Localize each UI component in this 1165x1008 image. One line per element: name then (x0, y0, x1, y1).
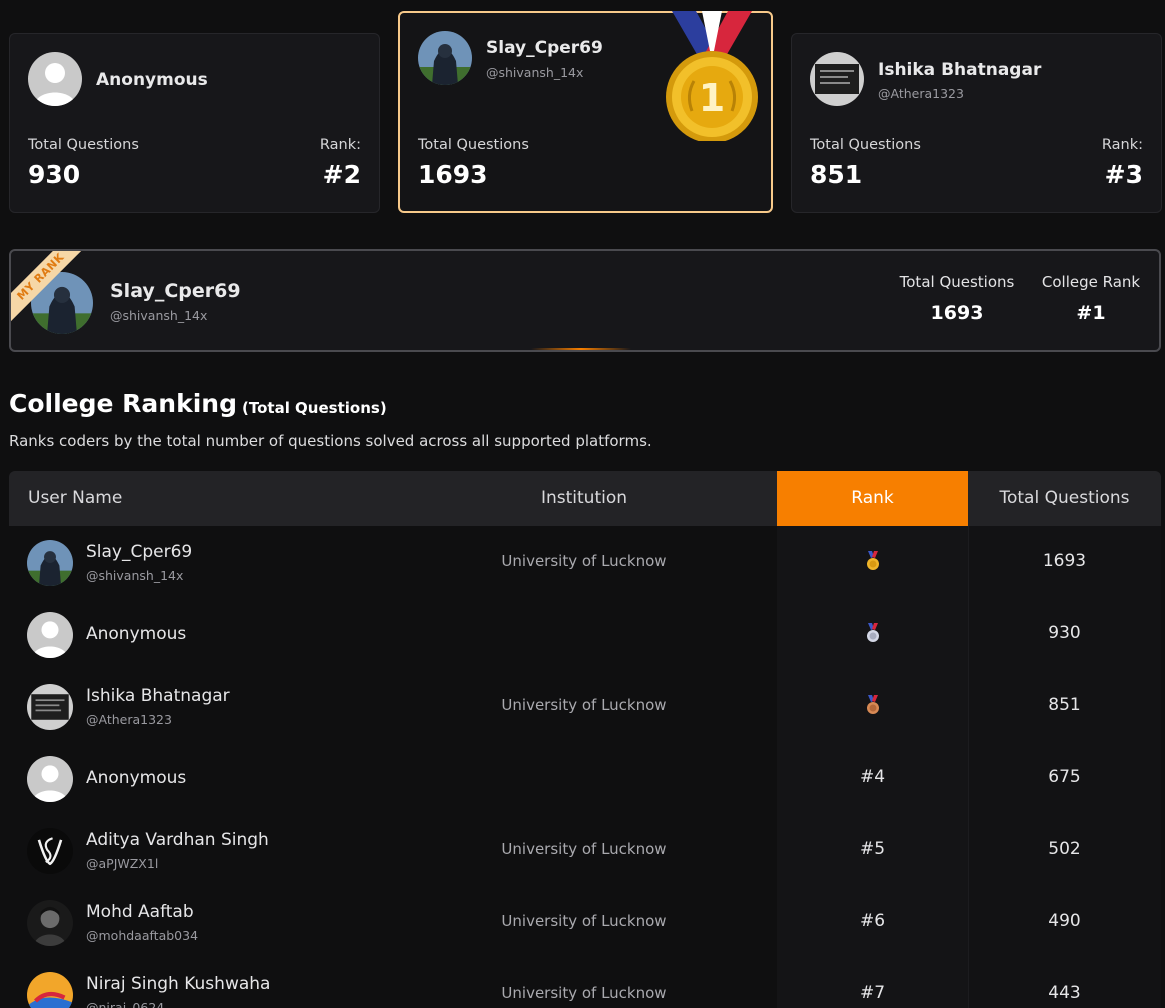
header-institution[interactable]: Institution (409, 471, 759, 526)
header-rank[interactable]: Rank (777, 471, 968, 526)
user-avatar-ishika (810, 52, 864, 106)
row-institution: University of Lucknow (501, 984, 667, 1002)
row-rank: #7 (859, 983, 886, 1003)
my-rank-college-label: College Rank (1041, 273, 1141, 291)
row-total: 675 (1048, 767, 1081, 787)
user-avatar-aditya (27, 828, 73, 874)
podium-second-total: 930 (28, 160, 81, 189)
ranking-table: User Name Institution Rank Total Questio… (9, 471, 1161, 1008)
row-total: 930 (1048, 623, 1081, 643)
row-total: 443 (1048, 983, 1081, 1003)
row-rank: #4 (859, 767, 886, 787)
row-rank: #5 (859, 839, 886, 859)
podium-card-second[interactable]: Anonymous Total Questions 930 Rank: #2 (9, 33, 380, 213)
gold-medal-icon: 1 (662, 11, 762, 143)
row-user-name[interactable]: Niraj Singh Kushwaha (86, 974, 270, 994)
my-rank-college: #1 (1076, 302, 1106, 324)
podium-card-first[interactable]: Slay_Cper69 @shivansh_14x Total Question… (398, 11, 773, 213)
row-institution: University of Lucknow (501, 696, 667, 714)
my-rank-card[interactable]: MY RANK Slay_Cper69 @shivansh_14x Total … (9, 249, 1161, 352)
row-institution: University of Lucknow (501, 840, 667, 858)
svg-text:1: 1 (699, 76, 725, 120)
section-title: College Ranking (9, 389, 237, 418)
row-total: 851 (1048, 695, 1081, 715)
row-institution: University of Lucknow (501, 552, 667, 570)
podium-first-handle: @shivansh_14x (486, 65, 584, 80)
table-row[interactable]: Ishika Bhatnagar @Athera1323 University … (9, 670, 1161, 742)
anonymous-avatar (27, 612, 73, 658)
table-row[interactable]: Anonymous 930 (9, 598, 1161, 670)
anonymous-avatar (28, 52, 82, 106)
row-user-name[interactable]: Aditya Vardhan Singh (86, 830, 269, 850)
row-rank (777, 623, 968, 643)
row-user-name[interactable]: Mohd Aaftab (86, 902, 194, 922)
anonymous-avatar (27, 756, 73, 802)
table-row[interactable]: Niraj Singh Kushwaha @niraj_0624 Univers… (9, 958, 1161, 1008)
table-row[interactable]: Mohd Aaftab @mohdaaftab034 University of… (9, 886, 1161, 958)
row-rank (777, 551, 968, 571)
section-subtitle: (Total Questions) (242, 399, 387, 417)
bronze-medal-icon (865, 695, 881, 715)
podium-second-rank: #2 (322, 160, 361, 189)
podium-third-handle: @Athera1323 (878, 86, 964, 101)
row-user-handle: @niraj_0624 (86, 1000, 165, 1008)
podium-first-total: 1693 (418, 160, 488, 189)
podium-first-total-label: Total Questions (418, 137, 529, 153)
table-row[interactable]: Aditya Vardhan Singh @aPJWZX1l Universit… (9, 814, 1161, 886)
row-user-handle: @aPJWZX1l (86, 856, 159, 871)
podium-second-name: Anonymous (96, 70, 208, 90)
row-user-name[interactable]: Ishika Bhatnagar (86, 686, 230, 706)
podium-third-total: 851 (810, 160, 863, 189)
header-total-questions[interactable]: Total Questions (968, 471, 1161, 526)
podium-third-rank: #3 (1104, 160, 1143, 189)
silver-medal-icon (865, 623, 881, 643)
podium-third-rank-label: Rank: (1101, 137, 1143, 153)
gold-medal-icon (865, 551, 881, 571)
my-rank-name: Slay_Cper69 (110, 280, 241, 302)
row-user-name[interactable]: Slay_Cper69 (86, 542, 192, 562)
row-total: 490 (1048, 911, 1081, 931)
my-rank-glow (531, 348, 631, 350)
header-user-name[interactable]: User Name (28, 471, 122, 526)
section-description: Ranks coders by the total number of ques… (9, 432, 652, 450)
row-user-handle: @Athera1323 (86, 712, 172, 727)
podium-second-total-label: Total Questions (28, 137, 139, 153)
podium-first-name: Slay_Cper69 (486, 38, 603, 58)
my-rank-total: 1693 (930, 302, 984, 324)
table-header: User Name Institution Rank Total Questio… (9, 471, 1161, 526)
table-row[interactable]: Slay_Cper69 @shivansh_14x University of … (9, 526, 1161, 598)
row-total: 502 (1048, 839, 1081, 859)
table-body: Slay_Cper69 @shivansh_14x University of … (9, 526, 1161, 1008)
podium-third-name: Ishika Bhatnagar (878, 60, 1042, 80)
podium-card-third[interactable]: Ishika Bhatnagar @Athera1323 Total Quest… (791, 33, 1162, 213)
row-user-name[interactable]: Anonymous (86, 768, 186, 788)
user-avatar-slay (418, 31, 472, 85)
user-avatar-niraj (27, 972, 73, 1008)
podium-third-total-label: Total Questions (810, 137, 921, 153)
row-total: 1693 (1042, 551, 1087, 571)
row-rank: #6 (859, 911, 886, 931)
user-avatar-mohd (27, 900, 73, 946)
user-avatar-slay (27, 540, 73, 586)
row-rank (777, 695, 968, 715)
row-user-name[interactable]: Anonymous (86, 624, 186, 644)
my-rank-total-label: Total Questions (899, 273, 1015, 291)
row-user-handle: @mohdaaftab034 (86, 928, 199, 943)
row-institution: University of Lucknow (501, 912, 667, 930)
table-row[interactable]: Anonymous #4 675 (9, 742, 1161, 814)
user-avatar-ishika (27, 684, 73, 730)
podium-second-rank-label: Rank: (319, 137, 361, 153)
row-user-handle: @shivansh_14x (86, 568, 184, 583)
my-rank-handle: @shivansh_14x (110, 308, 208, 323)
